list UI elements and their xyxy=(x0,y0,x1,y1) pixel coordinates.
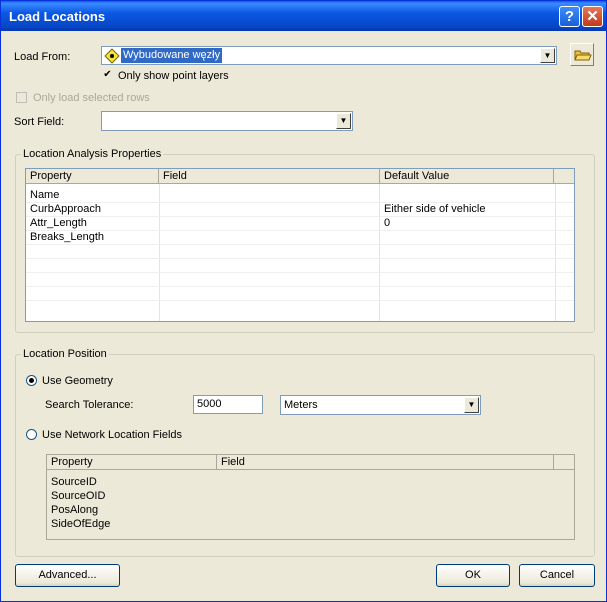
use-geometry-radio[interactable] xyxy=(26,375,37,386)
location-position-title: Location Position xyxy=(21,348,109,360)
row-divider xyxy=(26,230,574,231)
load-from-label: Load From: xyxy=(14,51,71,63)
search-tolerance-input[interactable]: 5000 xyxy=(193,395,263,414)
row-divider xyxy=(26,202,574,203)
row-divider xyxy=(26,300,574,301)
column-header-property[interactable]: Property xyxy=(26,169,159,184)
ok-button[interactable]: OK xyxy=(436,564,510,587)
advanced-button[interactable]: Advanced... xyxy=(15,564,120,587)
open-folder-icon xyxy=(574,50,592,61)
column-divider xyxy=(159,184,160,321)
table-row-property[interactable]: Name xyxy=(26,188,59,202)
column-header-field[interactable]: Field xyxy=(159,169,380,184)
column-header-default-value[interactable]: Default Value xyxy=(380,169,554,184)
chevron-down-icon[interactable]: ▼ xyxy=(540,48,555,63)
table-row-default-value[interactable]: 0 xyxy=(380,216,390,230)
point-layer-icon xyxy=(104,48,120,64)
use-network-fields-radio[interactable] xyxy=(26,429,37,440)
column-header-property[interactable]: Property xyxy=(47,455,217,470)
load-locations-dialog: Load Locations ? ✕ Load From: Wybudowane… xyxy=(0,0,607,602)
column-header-field[interactable]: Field xyxy=(217,455,554,470)
row-divider xyxy=(26,258,574,259)
row-divider xyxy=(26,272,574,273)
open-folder-button[interactable] xyxy=(570,43,594,66)
column-header-blank xyxy=(554,169,574,184)
chevron-down-icon[interactable]: ▼ xyxy=(336,113,351,129)
load-from-value: Wybudowane węzły xyxy=(121,48,223,63)
network-fields-table[interactable]: Property Field SourceID SourceOID PosAlo… xyxy=(46,454,575,540)
table-row-default-value[interactable]: Either side of vehicle xyxy=(380,202,486,216)
analysis-properties-table[interactable]: Property Field Default Value Name CurbAp… xyxy=(25,168,575,322)
network-fields-body xyxy=(47,470,574,539)
help-button[interactable]: ? xyxy=(559,6,580,27)
units-dropdown[interactable]: Meters ▼ xyxy=(280,395,481,415)
only-point-layers-checkbox[interactable]: ✔ xyxy=(102,70,113,81)
only-point-layers-label: Only show point layers xyxy=(118,70,229,82)
use-geometry-label: Use Geometry xyxy=(42,375,113,387)
table-row-property[interactable]: CurbApproach xyxy=(26,202,101,216)
only-selected-rows-checkbox[interactable] xyxy=(16,92,27,103)
dialog-title: Load Locations xyxy=(9,9,106,24)
table-row-property[interactable]: SideOfEdge xyxy=(47,517,110,531)
row-divider xyxy=(26,244,574,245)
cancel-button[interactable]: Cancel xyxy=(519,564,595,587)
only-selected-rows-label: Only load selected rows xyxy=(33,92,150,104)
title-bar[interactable]: Load Locations ? ✕ xyxy=(1,1,606,31)
table-row-property[interactable]: Attr_Length xyxy=(26,216,87,230)
analysis-properties-title: Location Analysis Properties xyxy=(21,148,164,160)
search-tolerance-label: Search Tolerance: xyxy=(45,399,134,411)
column-divider xyxy=(555,184,556,321)
table-row-property[interactable]: PosAlong xyxy=(47,503,98,517)
table-row-property[interactable]: SourceID xyxy=(47,475,97,489)
column-header-blank xyxy=(554,455,574,470)
units-value: Meters xyxy=(284,399,318,411)
chevron-down-icon[interactable]: ▼ xyxy=(464,397,479,413)
sort-field-label: Sort Field: xyxy=(14,116,65,128)
table-row-property[interactable]: Breaks_Length xyxy=(26,230,104,244)
close-button[interactable]: ✕ xyxy=(582,6,603,27)
row-divider xyxy=(26,286,574,287)
use-network-fields-label: Use Network Location Fields xyxy=(42,429,183,441)
load-from-dropdown[interactable]: Wybudowane węzły ▼ xyxy=(101,46,557,65)
table-row-property[interactable]: SourceOID xyxy=(47,489,105,503)
row-divider xyxy=(26,216,574,217)
sort-field-dropdown[interactable]: ▼ xyxy=(101,111,353,131)
